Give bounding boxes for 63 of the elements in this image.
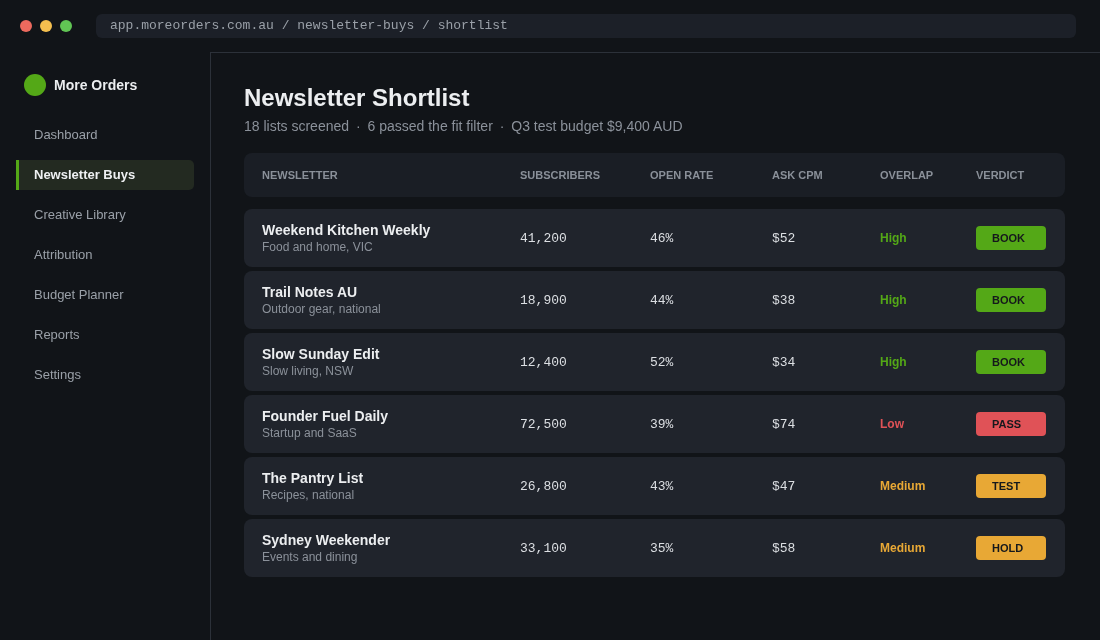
window-minimize-icon[interactable] [40, 20, 52, 32]
newsletter-name: Slow Sunday Edit [262, 346, 381, 362]
nav-item[interactable]: Creative Library [16, 200, 194, 230]
newsletter-description: Food and home, VIC [262, 240, 374, 254]
subscriber-count: 41,200 [520, 230, 568, 246]
nav-item[interactable]: Newsletter Buys [16, 160, 194, 190]
overlap-level: High [880, 355, 908, 369]
verdict-tag: BOOK [976, 288, 1046, 312]
ask-cpm: $47 [772, 478, 797, 494]
verdict-tag: BOOK [976, 226, 1046, 250]
newsletter-name: The Pantry List [262, 470, 365, 486]
column-header: OPEN RATE [650, 169, 715, 181]
open-rate: 44% [650, 292, 675, 308]
subscriber-count: 26,800 [520, 478, 568, 494]
nav-item[interactable]: Attribution [16, 240, 194, 270]
column-header: OVERLAP [880, 169, 935, 181]
overlap-level: High [880, 231, 908, 245]
window-close-icon[interactable] [20, 20, 32, 32]
overlap-level: Low [880, 417, 905, 431]
ask-cpm: $74 [772, 416, 797, 432]
overlap-level: Medium [880, 479, 927, 493]
overlap-level: High [880, 293, 908, 307]
newsletter-name: Trail Notes AU [262, 284, 359, 300]
column-header: ASK CPM [772, 169, 824, 181]
subscriber-count: 12,400 [520, 354, 568, 370]
page-title: Newsletter Shortlist [244, 83, 471, 113]
subscriber-count: 33,100 [520, 540, 568, 556]
ask-cpm: $34 [772, 354, 797, 370]
newsletter-description: Events and dining [262, 550, 359, 564]
overlap-level: Medium [880, 541, 927, 555]
nav-item[interactable]: Budget Planner [16, 280, 194, 310]
newsletter-description: Outdoor gear, national [262, 302, 382, 316]
newsletter-name: Founder Fuel Daily [262, 408, 389, 424]
newsletter-name: Sydney Weekender [262, 532, 392, 548]
nav-item[interactable]: Dashboard [16, 120, 194, 150]
open-rate: 52% [650, 354, 675, 370]
verdict-tag: BOOK [976, 350, 1046, 374]
ask-cpm: $38 [772, 292, 797, 308]
verdict-tag: TEST [976, 474, 1046, 498]
newsletter-description: Startup and SaaS [262, 426, 358, 440]
subscriber-count: 18,900 [520, 292, 568, 308]
nav-item[interactable]: Reports [16, 320, 194, 350]
newsletter-description: Slow living, NSW [262, 364, 355, 378]
ask-cpm: $58 [772, 540, 797, 556]
open-rate: 35% [650, 540, 675, 556]
address-bar[interactable]: app.moreorders.com.au / newsletter-buys / shortlist [96, 14, 1076, 38]
newsletter-description: Recipes, national [262, 488, 356, 502]
brand-name: More Orders [54, 77, 138, 93]
open-rate: 43% [650, 478, 675, 494]
open-rate: 39% [650, 416, 675, 432]
subscriber-count: 72,500 [520, 416, 568, 432]
newsletter-name: Weekend Kitchen Weekly [262, 222, 432, 238]
verdict-tag: PASS [976, 412, 1046, 436]
verdict-tag: HOLD [976, 536, 1046, 560]
column-header: VERDICT [976, 169, 1026, 181]
column-header: NEWSLETTER [262, 169, 339, 181]
open-rate: 46% [650, 230, 675, 246]
nav-item[interactable]: Settings [16, 360, 194, 390]
page-summary: 18 lists screened · 6 passed the fit filter · Q3 test budget $9,400 AUD [244, 117, 684, 135]
window-zoom-icon[interactable] [60, 20, 72, 32]
ask-cpm: $52 [772, 230, 797, 246]
brand-logo-icon [24, 74, 46, 96]
column-header: SUBSCRIBERS [520, 169, 602, 181]
